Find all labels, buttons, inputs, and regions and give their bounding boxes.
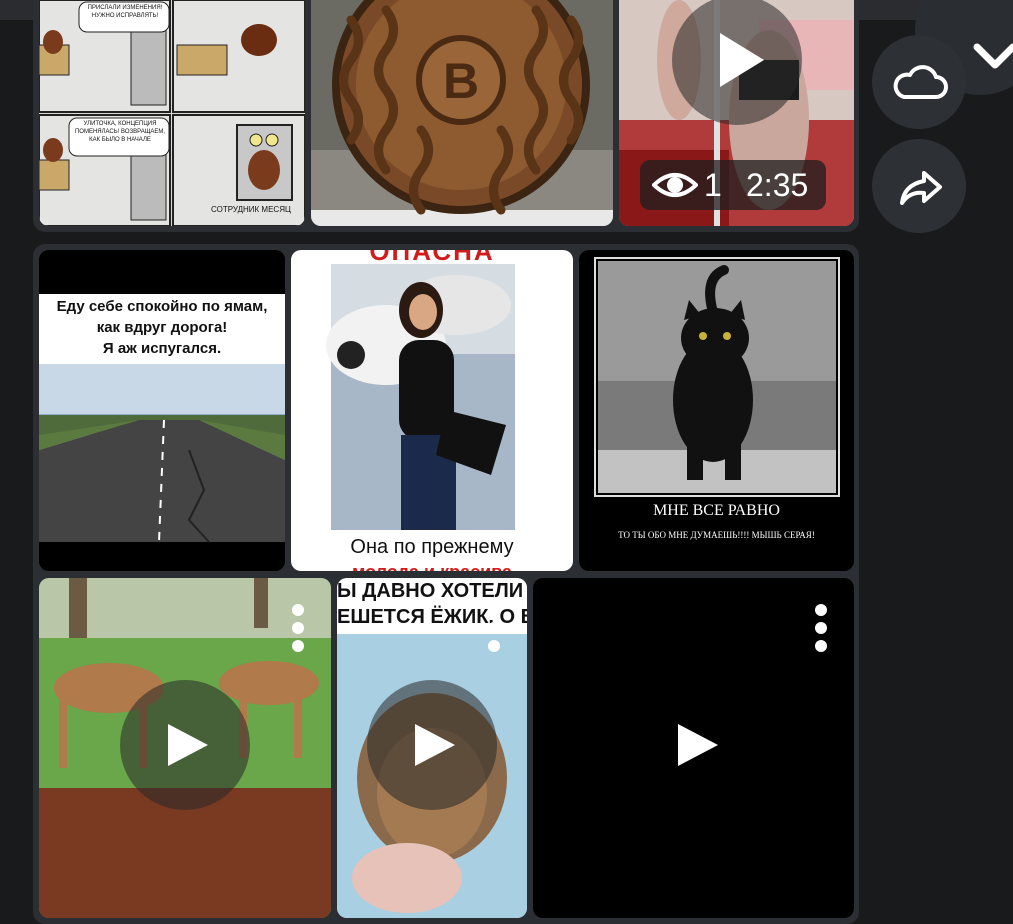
dot [488,640,500,652]
dot [292,622,304,634]
play-icon [168,724,208,766]
cloud-icon [893,65,948,99]
video-duration: 2:35 [746,167,809,203]
dot [292,640,304,652]
share-icon [900,171,942,205]
poster-image[interactable]: ОПАСНА Она по прежнему молода и красива [291,250,573,571]
play-icon [678,724,718,766]
hedgehog-caption-1: Ы ДАВНО ХОТЕЛИ [337,580,524,602]
road-caption-1: Еду себе спокойно по ямам, [56,298,268,315]
video-stats-badge: 1 2:35 [640,160,826,210]
play-button-hedgehog[interactable] [367,680,497,810]
more-options-deer[interactable] [292,604,306,652]
more-vertical-icon [292,604,304,616]
comic-caption: СОТРУДНИК МЕСЯЦ [211,205,291,214]
play-button-video-1[interactable] [672,0,802,125]
cat-demotivator-image[interactable]: МНЕ ВСЕ РАВНО ТО ТЫ ОБО МНЕ ДУМАЕШЬ!!!! … [579,250,854,571]
save-to-cloud-button[interactable] [872,35,966,129]
cat-subtitle: ТО ТЫ ОБО МНЕ ДУМАЕШЬ!!!! МЫШЬ СЕРАЯ! [618,530,815,540]
more-options-black-video[interactable] [815,604,829,652]
manhole-image[interactable]: B [311,0,613,226]
play-icon [415,724,455,766]
more-vertical-icon [815,604,827,616]
road-caption-2: как вдруг дорога! [96,319,228,336]
road-caption-3: Я аж испугался. [102,340,222,357]
more-options-hedgehog[interactable] [488,604,502,652]
eye-icon [652,173,698,197]
more-vertical-icon [488,604,500,616]
play-button-black-video[interactable] [630,680,760,810]
road-meme-image[interactable]: Еду себе спокойно по ямам, как вдруг дор… [39,250,285,571]
dot [488,622,500,634]
comic-image[interactable]: ПРИСЛАЛИ ИЗМЕНЕНИЯ! НУЖНО ИСПРАВЛЯТЬ! УЛ… [39,0,305,226]
play-icon [720,33,764,87]
dot [815,640,827,652]
comic-bubble-1-text: ПРИСЛАЛИ ИЗМЕНЕНИЯ! НУЖНО ИСПРАВЛЯТЬ! [87,5,163,19]
view-count: 1 [704,167,722,203]
poster-bottom-text-cut: молода и красива [291,562,573,571]
svg-text:B: B [443,53,479,109]
poster-bottom-text: Она по прежнему [350,536,514,558]
dot [815,622,827,634]
share-button[interactable] [872,139,966,233]
comic-bubble-2-text: УЛИТОЧКА, КОНЦЕПЦИЯ ПОМЕНЯЛАСЬ! ВОЗВРАЩА… [74,121,166,143]
cat-title: МНЕ ВСЕ РАВНО [653,502,780,519]
play-button-deer[interactable] [120,680,250,810]
